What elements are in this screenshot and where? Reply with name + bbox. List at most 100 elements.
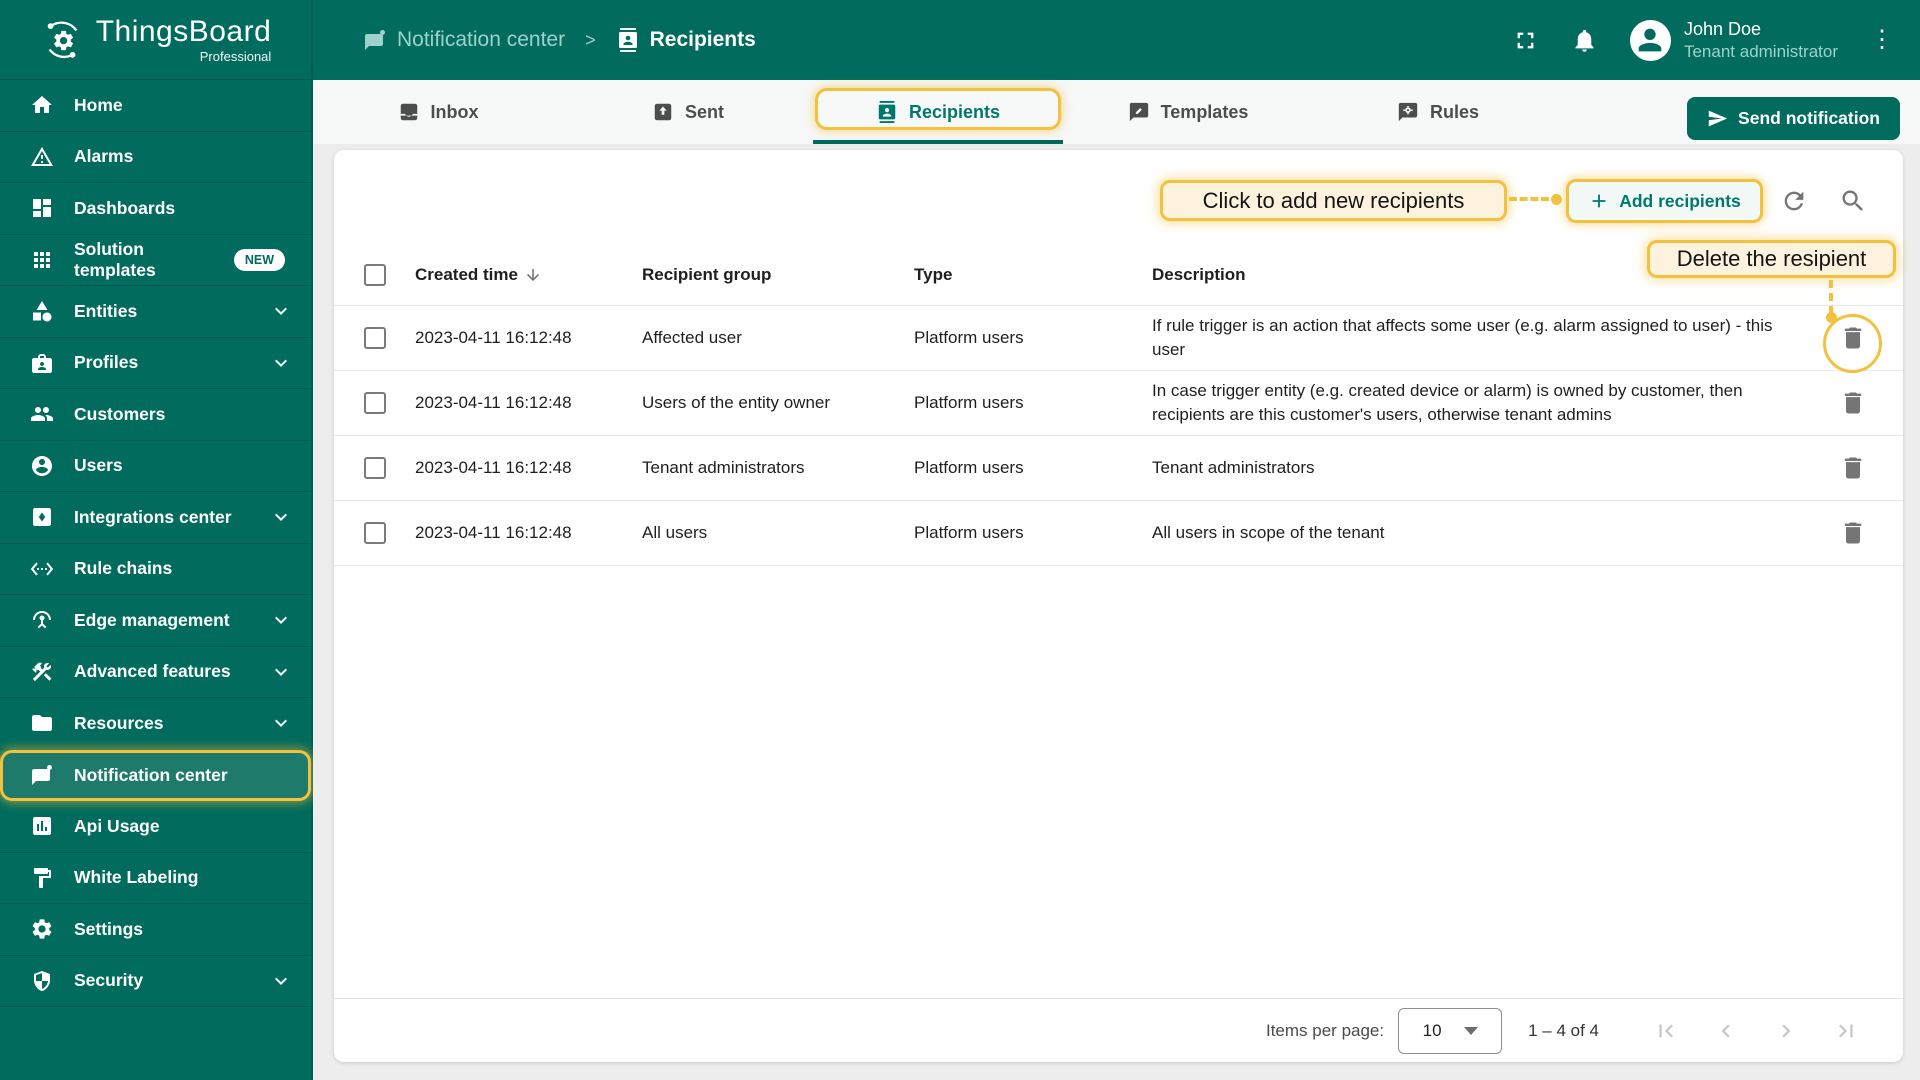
first-page-button[interactable] (1653, 1018, 1679, 1044)
sidebar-item-edge-management[interactable]: Edge management (0, 595, 311, 647)
trash-icon (1844, 392, 1862, 414)
sidebar-item-integrations-center[interactable]: Integrations center (0, 492, 311, 544)
dropdown-caret-icon (1463, 1026, 1478, 1035)
sidebar-item-home[interactable]: Home (0, 80, 311, 132)
topbar: Notification center > Recipients John Do… (313, 0, 1920, 80)
brand-name: ThingsBoard (95, 14, 272, 48)
cell-type: Platform users (914, 523, 1024, 542)
delete-recipient-button[interactable] (1839, 519, 1867, 547)
chevron-down-icon (269, 711, 293, 735)
previous-page-button[interactable] (1713, 1018, 1739, 1044)
column-created-time[interactable]: Created time (415, 265, 642, 285)
sidebar-item-rule-chains[interactable]: Rule chains (0, 544, 311, 595)
search-button[interactable] (1839, 187, 1867, 215)
tab-sent[interactable]: Sent (563, 80, 813, 144)
table-row[interactable]: 2023-04-11 16:12:48 All users Platform u… (334, 501, 1903, 566)
sidebar-item-alarms[interactable]: Alarms (0, 132, 311, 183)
cell-recipient-group: Tenant administrators (642, 458, 805, 477)
integrations-icon (30, 505, 54, 529)
table-row[interactable]: 2023-04-11 16:12:48 Users of the entity … (334, 371, 1903, 436)
sidebar-item-settings[interactable]: Settings (0, 904, 311, 956)
delete-recipient-button[interactable] (1839, 324, 1867, 352)
notification-center-icon (363, 28, 387, 52)
sidebar-item-profiles[interactable]: Profiles (0, 338, 311, 389)
user-menu[interactable]: John Doe Tenant administrator (1629, 18, 1838, 62)
entities-icon (30, 299, 54, 323)
table-body: 2023-04-11 16:12:48 Affected user Platfo… (334, 306, 1903, 566)
items-per-page-label: Items per page: (1265, 1020, 1385, 1040)
sidebar-item-customers[interactable]: Customers (0, 389, 311, 441)
row-checkbox[interactable] (364, 392, 386, 414)
sidebar-item-dashboards[interactable]: Dashboards (0, 183, 311, 235)
delete-callout-connector (1829, 280, 1833, 314)
rule-chains-icon (30, 557, 54, 581)
sidebar-item-notification-center[interactable]: Notification center (0, 749, 311, 801)
breadcrumb-notification-center[interactable]: Notification center (363, 28, 565, 52)
tab-rules[interactable]: Rules (1313, 80, 1563, 144)
column-type[interactable]: Type (914, 265, 1152, 285)
cell-recipient-group: All users (642, 523, 708, 542)
add-recipients-button[interactable]: Add recipients (1566, 179, 1763, 223)
dashboards-icon (30, 196, 54, 220)
sidebar-item-api-usage[interactable]: Api Usage (0, 801, 311, 853)
refresh-button[interactable] (1780, 187, 1808, 215)
sidebar-item-resources[interactable]: Resources (0, 698, 311, 750)
sidebar-nav: Home Alarms Dashboards Solution template… (0, 80, 311, 1007)
templates-icon (1128, 101, 1150, 123)
column-recipient-group[interactable]: Recipient group (642, 265, 914, 285)
solution-templates-icon (30, 248, 54, 272)
breadcrumb-recipients: Recipients (616, 28, 756, 52)
delete-recipient-button[interactable] (1839, 454, 1867, 482)
sidebar-item-white-labeling[interactable]: White Labeling (0, 853, 311, 904)
row-checkbox[interactable] (364, 327, 386, 349)
search-icon (1842, 190, 1863, 211)
table-row[interactable]: 2023-04-11 16:12:48 Affected user Platfo… (334, 306, 1903, 371)
chevron-right-icon (1782, 1024, 1791, 1037)
avatar (1629, 19, 1671, 61)
breadcrumb-separator: > (585, 29, 596, 50)
brand-logo[interactable]: ThingsBoard Professional (0, 0, 311, 80)
sidebar-item-solution-templates[interactable]: Solution templates NEW (0, 235, 311, 286)
app-root: ThingsBoard Professional Home Alarms Das… (0, 0, 1920, 1080)
profiles-icon (30, 351, 54, 375)
next-page-button[interactable] (1773, 1018, 1799, 1044)
sidebar-item-users[interactable]: Users (0, 441, 311, 492)
main-area: Notification center > Recipients John Do… (313, 0, 1920, 1080)
send-icon (1707, 108, 1728, 129)
send-notification-button[interactable]: Send notification (1687, 97, 1900, 140)
cell-description: All users in scope of the tenant (1152, 522, 1385, 542)
table-row[interactable]: 2023-04-11 16:12:48 Tenant administrator… (334, 436, 1903, 501)
tab-inbox[interactable]: Inbox (313, 80, 563, 144)
cell-description: If rule trigger is an action that affect… (1152, 315, 1773, 359)
user-name: John Doe (1683, 19, 1762, 40)
items-per-page-select[interactable]: 10 (1398, 1007, 1503, 1054)
resources-icon (30, 711, 54, 735)
first-page-icon (1659, 1024, 1673, 1037)
recipients-card: Click to add new recipients Add recipien… (334, 150, 1903, 1062)
callout-connector-dot (1551, 194, 1562, 205)
more-options-icon[interactable]: ⋮ (1870, 27, 1894, 51)
advanced-features-icon (30, 660, 54, 684)
tab-templates[interactable]: Templates (1063, 80, 1313, 144)
tab-recipients[interactable]: Recipients (813, 80, 1063, 144)
cell-type: Platform users (914, 458, 1024, 477)
row-checkbox[interactable] (364, 457, 386, 479)
fullscreen-icon[interactable] (1512, 27, 1539, 54)
cell-description: Tenant administrators (1152, 457, 1315, 477)
delete-recipient-button[interactable] (1839, 389, 1867, 417)
sidebar-item-security[interactable]: Security (0, 956, 311, 1007)
row-checkbox[interactable] (364, 522, 386, 544)
sidebar-item-entities[interactable]: Entities (0, 286, 311, 338)
customers-icon (30, 402, 54, 426)
alarms-icon (30, 145, 54, 169)
last-page-button[interactable] (1833, 1018, 1859, 1044)
api-usage-icon (30, 814, 54, 838)
notifications-bell-icon[interactable] (1571, 27, 1598, 54)
cell-created-time: 2023-04-11 16:12:48 (415, 458, 572, 477)
last-page-icon (1839, 1024, 1853, 1037)
sidebar-item-advanced-features[interactable]: Advanced features (0, 647, 311, 698)
pagination-range: 1 – 4 of 4 (1528, 1020, 1599, 1040)
cell-recipient-group: Users of the entity owner (642, 393, 831, 412)
select-all-checkbox[interactable] (364, 264, 386, 286)
sent-icon (652, 101, 674, 123)
